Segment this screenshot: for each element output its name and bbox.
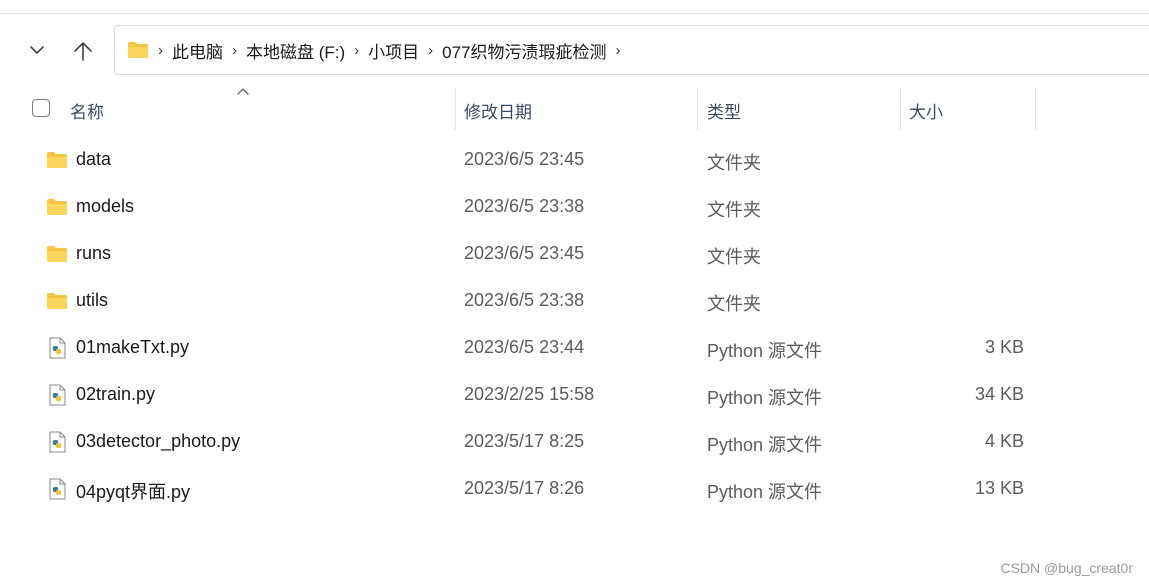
- file-type: 文件夹: [707, 153, 761, 173]
- breadcrumb-local-disk[interactable]: 本地磁盘 (F:): [246, 38, 345, 63]
- file-type: Python 源文件: [707, 341, 823, 361]
- column-divider[interactable]: [900, 88, 901, 130]
- up-button[interactable]: [68, 36, 98, 66]
- folder-icon: [46, 149, 68, 171]
- python-file-icon: [46, 337, 68, 359]
- python-file-icon: [46, 384, 68, 406]
- file-row-python[interactable]: 03detector_photo.py 2023/5/17 8:25 Pytho…: [0, 418, 1149, 465]
- breadcrumb-current-folder[interactable]: 077织物污渍瑕疵检测: [442, 38, 606, 63]
- file-name[interactable]: utils: [76, 290, 108, 311]
- watermark-text: CSDN @bug_creat0r: [1000, 560, 1134, 576]
- column-type-header[interactable]: 类型: [707, 98, 741, 123]
- window-top-border: [0, 13, 1149, 14]
- file-row-folder[interactable]: runs 2023/6/5 23:45 文件夹: [0, 230, 1149, 277]
- column-divider[interactable]: [1035, 88, 1036, 130]
- folder-icon: [46, 290, 68, 312]
- file-type: Python 源文件: [707, 388, 823, 408]
- file-row-folder[interactable]: data 2023/6/5 23:45 文件夹: [0, 136, 1149, 183]
- file-name[interactable]: 03detector_photo.py: [76, 431, 240, 452]
- folder-icon: [127, 41, 149, 59]
- folder-icon: [46, 196, 68, 218]
- file-row-folder[interactable]: utils 2023/6/5 23:38 文件夹: [0, 277, 1149, 324]
- file-date: 2023/6/5 23:38: [464, 196, 585, 216]
- select-all-checkbox[interactable]: [32, 99, 50, 117]
- file-name[interactable]: models: [76, 196, 134, 217]
- file-size: 13 KB: [974, 478, 1024, 498]
- file-name[interactable]: data: [76, 149, 111, 170]
- file-type: 文件夹: [707, 247, 761, 267]
- file-size: 4 KB: [984, 431, 1024, 451]
- column-divider[interactable]: [455, 88, 456, 130]
- chevron-down-icon: [30, 46, 44, 54]
- column-name-header[interactable]: 名称: [70, 98, 104, 123]
- breadcrumb-separator[interactable]: ›: [232, 42, 237, 59]
- file-name[interactable]: 01makeTxt.py: [76, 337, 189, 358]
- folder-icon: [46, 243, 68, 265]
- column-date-header[interactable]: 修改日期: [464, 98, 532, 123]
- python-file-icon: [46, 431, 68, 453]
- file-date: 2023/6/5 23:45: [464, 149, 585, 169]
- file-name[interactable]: 02train.py: [76, 384, 155, 405]
- breadcrumb-this-pc[interactable]: 此电脑: [172, 38, 223, 63]
- address-bar[interactable]: › 此电脑 › 本地磁盘 (F:) › 小项目 › 077织物污渍瑕疵检测 ›: [114, 25, 1149, 75]
- breadcrumb-small-projects[interactable]: 小项目: [368, 38, 419, 63]
- recent-locations-button[interactable]: [24, 36, 50, 64]
- file-name[interactable]: 04pyqt界面.py: [76, 478, 190, 504]
- file-size: 3 KB: [984, 337, 1024, 357]
- arrow-up-icon: [74, 42, 92, 61]
- file-row-python[interactable]: 02train.py 2023/2/25 15:58 Python 源文件 34…: [0, 371, 1149, 418]
- file-name[interactable]: runs: [76, 243, 111, 264]
- column-size-header[interactable]: 大小: [909, 98, 943, 123]
- file-date: 2023/6/5 23:45: [464, 243, 585, 263]
- file-date: 2023/5/17 8:26: [464, 478, 585, 498]
- file-date: 2023/6/5 23:38: [464, 290, 585, 310]
- breadcrumb-separator[interactable]: ›: [158, 42, 163, 59]
- file-date: 2023/5/17 8:25: [464, 431, 585, 451]
- file-date: 2023/6/5 23:44: [464, 337, 585, 357]
- file-type: 文件夹: [707, 294, 761, 314]
- column-divider[interactable]: [697, 88, 698, 130]
- file-size: 34 KB: [974, 384, 1024, 404]
- file-row-python[interactable]: 04pyqt界面.py 2023/5/17 8:26 Python 源文件 13…: [0, 465, 1149, 512]
- file-type: Python 源文件: [707, 435, 823, 455]
- file-type: Python 源文件: [707, 482, 823, 502]
- file-row-folder[interactable]: models 2023/6/5 23:38 文件夹: [0, 183, 1149, 230]
- file-row-python[interactable]: 01makeTxt.py 2023/6/5 23:44 Python 源文件 3…: [0, 324, 1149, 371]
- breadcrumb-separator[interactable]: ›: [354, 42, 359, 59]
- breadcrumb-separator[interactable]: ›: [616, 42, 621, 59]
- column-header: 名称 修改日期 类型 大小: [0, 86, 1149, 130]
- breadcrumb-separator[interactable]: ›: [428, 42, 433, 59]
- file-date: 2023/2/25 15:58: [464, 384, 595, 404]
- python-file-icon: [46, 478, 68, 500]
- sort-ascending-icon: [237, 88, 249, 95]
- file-type: 文件夹: [707, 200, 761, 220]
